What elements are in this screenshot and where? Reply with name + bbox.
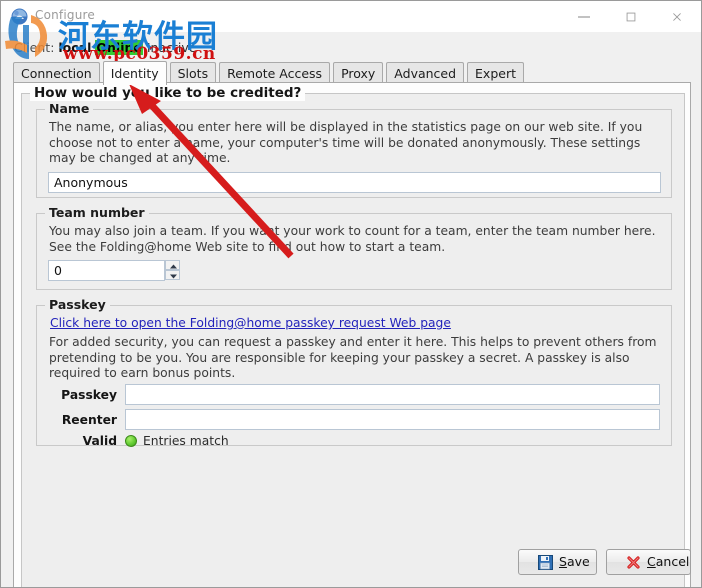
save-button[interactable]: Save: [518, 549, 597, 575]
settings-tabstrip: Connection Identity Slots Remote Access …: [13, 61, 524, 85]
cancel-rest: ancel: [655, 554, 690, 569]
tab-proxy[interactable]: Proxy: [333, 62, 384, 84]
identity-tab-page: How would you like to be credited? Name …: [13, 82, 691, 587]
save-accel: S: [559, 554, 567, 569]
name-input[interactable]: [48, 172, 661, 193]
client-activity: Inactive: [146, 40, 197, 55]
client-status-line: Client: local Online Inactive: [14, 40, 196, 55]
red-x-icon: [626, 555, 641, 573]
reenter-passkey-input[interactable]: [125, 409, 660, 430]
valid-status-indicator-icon: [125, 435, 137, 447]
passkey-request-link[interactable]: Click here to open the Folding@home pass…: [50, 316, 451, 330]
tab-identity[interactable]: Identity: [102, 61, 167, 85]
cancel-button[interactable]: Cancel: [606, 549, 691, 575]
floppy-disk-icon: [538, 555, 553, 573]
client-connection-badge: Online: [95, 40, 143, 55]
credited-group-legend: How would you like to be credited?: [30, 85, 306, 101]
client-status-label: Client:: [14, 40, 55, 55]
title-bar: Configure: [1, 1, 701, 32]
team-number-increment-button[interactable]: [165, 260, 180, 270]
client-name: local: [58, 40, 92, 55]
team-number-group: Team number You may also join a team. If…: [36, 205, 672, 290]
reenter-field-label: Reenter: [61, 413, 117, 427]
team-number-decrement-button[interactable]: [165, 270, 180, 280]
window-title: Configure: [35, 8, 95, 22]
team-number-stepper[interactable]: [165, 260, 180, 281]
passkey-group-legend: Passkey: [45, 297, 110, 312]
save-rest: ave: [566, 554, 590, 569]
name-group: Name The name, or alias, you enter here …: [36, 101, 672, 198]
passkey-input[interactable]: [125, 384, 660, 405]
valid-label: Valid: [82, 434, 117, 448]
tab-advanced[interactable]: Advanced: [386, 62, 465, 84]
passkey-description: For added security, you can request a pa…: [49, 335, 657, 381]
name-group-legend: Name: [45, 101, 94, 116]
fah-app-icon: [11, 8, 28, 25]
tab-slots[interactable]: Slots: [169, 62, 217, 84]
tab-expert[interactable]: Expert: [467, 62, 524, 84]
team-number-group-legend: Team number: [45, 205, 149, 220]
valid-status-text: Entries match: [143, 434, 229, 448]
passkey-field-label: Passkey: [61, 388, 117, 402]
cancel-button-label: Cancel: [647, 554, 689, 569]
credited-group: How would you like to be credited? Name …: [21, 85, 685, 587]
tab-connection[interactable]: Connection: [13, 62, 100, 84]
save-button-label: Save: [559, 554, 590, 569]
configure-window: Configure Client: local Online Inactive: [0, 0, 702, 588]
team-number-description: You may also join a team. If you want yo…: [49, 224, 656, 254]
cancel-accel: C: [647, 554, 656, 569]
maximize-button[interactable]: [608, 1, 654, 31]
close-button[interactable]: [654, 1, 700, 31]
tab-remote-access[interactable]: Remote Access: [219, 62, 331, 84]
name-description: The name, or alias, you enter here will …: [49, 120, 643, 166]
minimize-button[interactable]: [561, 1, 607, 31]
team-number-input[interactable]: [48, 260, 165, 281]
passkey-group: Passkey Click here to open the Folding@h…: [36, 297, 672, 448]
